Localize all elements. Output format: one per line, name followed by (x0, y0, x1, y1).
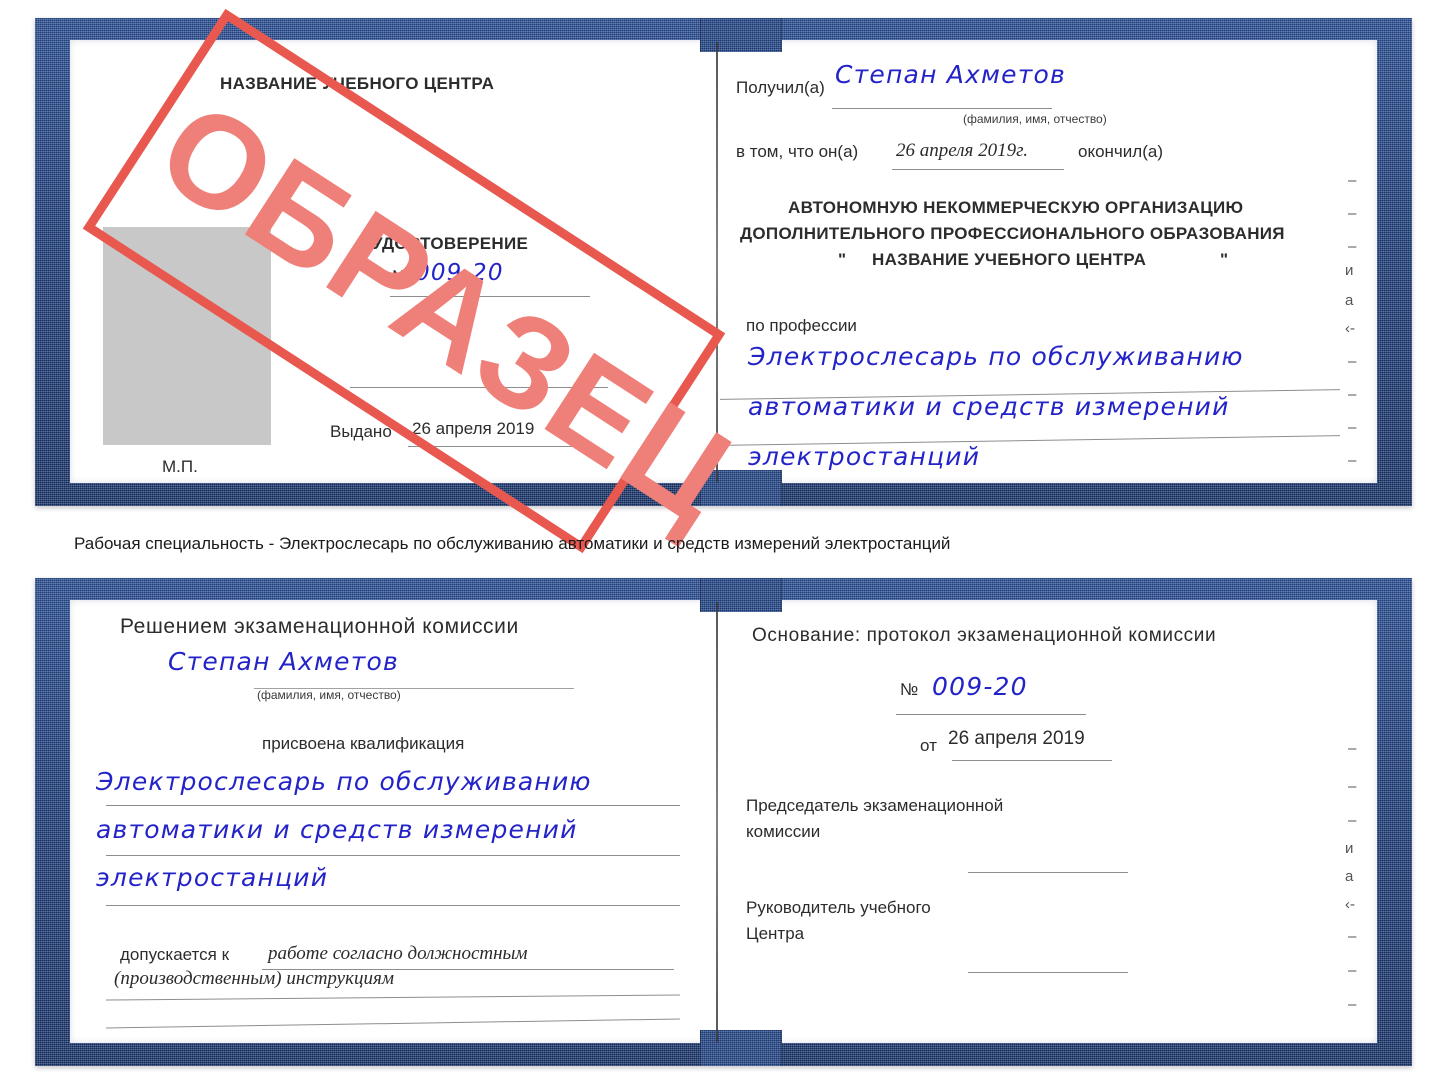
issued-value: 26 апреля 2019 (412, 419, 535, 438)
image-caption: Рабочая специальность - Электрослесарь п… (74, 534, 951, 553)
commission-name-value: Степан Ахметов (168, 647, 399, 676)
fio-hint-bottom: (фамилия, имя, отчество) (257, 688, 401, 702)
chairman-line-1: Председатель экзаменационной (746, 796, 1004, 815)
chairman-line-2: комиссии (746, 822, 821, 841)
issued-label: Выдано (330, 422, 392, 441)
edge-fragment: ‹- (1345, 320, 1355, 337)
chairman-signature-rule (968, 872, 1128, 873)
qualification-label: присвоена квалификация (262, 734, 465, 753)
commission-heading: Решением экзаменационной комиссии (120, 615, 519, 638)
protocol-number-label: № (900, 680, 919, 699)
qualification-line-3: электростанций (96, 863, 329, 892)
top-right-page: Получил(а) Степан Ахметов (фамилия, имя,… (720, 42, 1375, 482)
admitted-value-line-1: работе согласно должностным (268, 943, 528, 964)
basis-label: Основание: протокол экзаменационной коми… (752, 625, 1217, 646)
qualification-rule-1 (106, 805, 680, 806)
qualification-line-1: Электрослесарь по обслуживанию (96, 767, 592, 796)
certificate-bottom-spine-line (716, 602, 718, 1042)
number-value: 009-20 (415, 260, 504, 286)
bottom-right-page: Основание: протокол экзаменационной коми… (720, 600, 1375, 1043)
edge-fragment: ‹- (1345, 896, 1355, 913)
received-rule (832, 108, 1052, 109)
head-line-2: Центра (746, 924, 805, 943)
edge-fragment: – (1348, 812, 1357, 829)
admitted-value-line-2: (производственным) инструкциям (114, 968, 394, 989)
issued-rule (408, 446, 576, 447)
profession-line-2: автоматики и средств измерений (748, 392, 1230, 421)
finished-label: окончил(а) (1078, 142, 1163, 161)
protocol-date-label: от (920, 736, 937, 755)
blank-rule-1 (350, 387, 608, 388)
edge-fragment: – (1348, 205, 1357, 222)
head-line-1: Руководитель учебного (746, 898, 931, 917)
edge-fragment: – (1348, 962, 1357, 979)
certificate-top-spine-line (716, 42, 718, 482)
received-value: Степан Ахметов (835, 60, 1066, 89)
edge-fragment: – (1348, 386, 1357, 403)
received-label: Получил(а) (736, 78, 825, 97)
edge-fragment: – (1348, 778, 1357, 795)
admitted-label: допускается к (120, 945, 230, 964)
protocol-date-value: 26 апреля 2019 (948, 728, 1085, 749)
edge-fragment: – (1348, 419, 1357, 436)
edge-fragment: – (1348, 996, 1357, 1013)
edge-fragment: – (1348, 238, 1357, 255)
fio-hint: (фамилия, имя, отчество) (963, 112, 1107, 126)
left-center-title: НАЗВАНИЕ УЧЕБНОГО ЦЕНТРА (220, 74, 495, 93)
seal-label: М.П. (162, 457, 198, 476)
protocol-date-rule (952, 760, 1112, 761)
edge-fragment: а (1345, 292, 1354, 309)
org-line-3: НАЗВАНИЕ УЧЕБНОГО ЦЕНТРА (872, 250, 1147, 269)
number-rule (390, 296, 590, 297)
document-type-label: УДОСТОВЕРЕНИЕ (372, 234, 529, 253)
top-left-page: НАЗВАНИЕ УЧЕБНОГО ЦЕНТРА УДОСТОВЕРЕНИЕ №… (72, 42, 712, 482)
qualification-rule-2 (106, 855, 680, 856)
edge-fragment: и (1345, 840, 1354, 857)
edge-fragment: – (1348, 928, 1357, 945)
org-quote-open: " (838, 250, 847, 269)
qualification-line-2: автоматики и средств измерений (96, 815, 578, 844)
edge-fragment: – (1348, 740, 1357, 757)
head-signature-rule (968, 972, 1128, 973)
protocol-number-value: 009-20 (932, 672, 1028, 701)
profession-line-3: электростанций (748, 442, 981, 471)
org-line-1: АВТОНОМНУЮ НЕКОММЕРЧЕСКУЮ ОРГАНИЗАЦИЮ (788, 198, 1244, 217)
admitted-rule-2 (106, 994, 680, 1001)
number-label: № (392, 267, 411, 286)
in-that-label: в том, что он(а) (736, 142, 859, 161)
bottom-left-page: Решением экзаменационной комиссии Степан… (72, 600, 712, 1043)
edge-fragment: – (1348, 452, 1357, 469)
profession-label: по профессии (746, 316, 857, 335)
admitted-rule-3 (106, 1018, 680, 1029)
profession-line-1: Электрослесарь по обслуживанию (748, 342, 1244, 371)
photo-placeholder (103, 227, 271, 445)
edge-fragment: а (1345, 868, 1354, 885)
edge-fragment: – (1348, 353, 1357, 370)
edge-fragment: и (1345, 262, 1354, 279)
protocol-number-rule (896, 714, 1086, 715)
qualification-rule-3 (106, 905, 680, 906)
edge-fragment: – (1348, 172, 1357, 189)
finish-date-rule (892, 169, 1064, 170)
org-line-2: ДОПОЛНИТЕЛЬНОГО ПРОФЕССИОНАЛЬНОГО ОБРАЗО… (740, 224, 1285, 243)
org-quote-close: " (1220, 250, 1229, 269)
finish-date-value: 26 апреля 2019г. (896, 140, 1028, 161)
